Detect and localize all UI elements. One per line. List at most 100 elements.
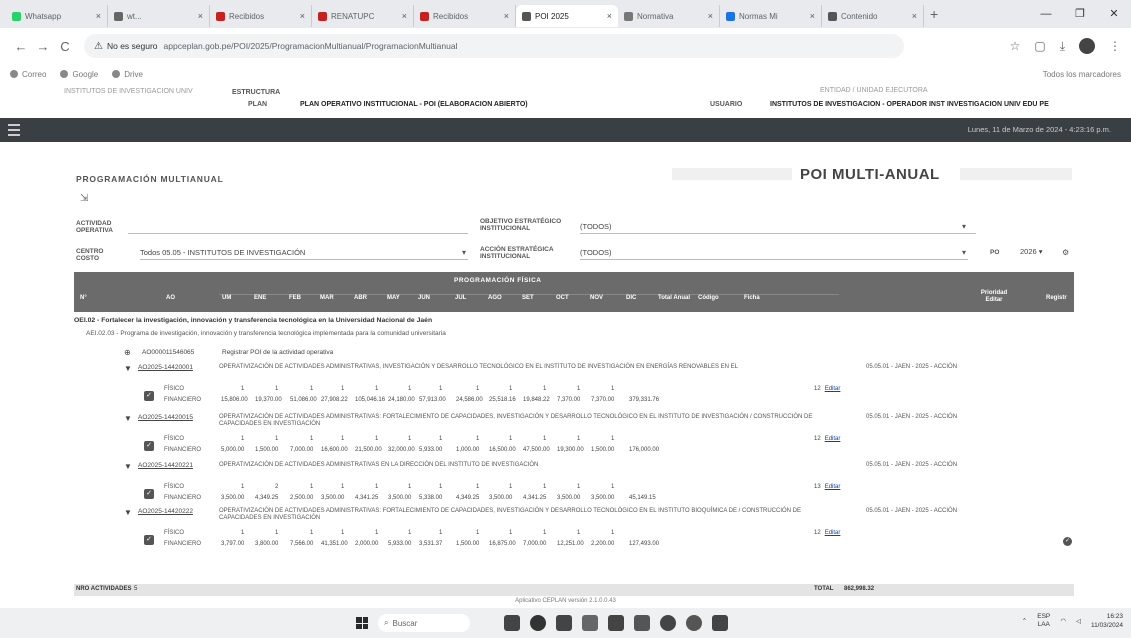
fisico-total-value: 12 [814, 436, 821, 442]
fisico-cell: 1 [310, 436, 314, 442]
year-select[interactable]: 2026 ▾ [1020, 245, 1056, 259]
excel-export-icon[interactable]: ⇲ [80, 193, 88, 204]
tab-7[interactable]: Normas Mi × [720, 5, 822, 27]
filter-icon[interactable]: ▼ [124, 364, 132, 373]
taskbar-app-icon[interactable] [530, 615, 546, 631]
fisico-cell: 1 [577, 386, 581, 392]
edit-link[interactable]: Editar [825, 386, 841, 392]
all-bookmarks-button[interactable]: Todos los marcadores [1043, 70, 1121, 79]
taskbar-app-icon[interactable] [504, 615, 520, 631]
activity-code[interactable]: AO2025-14420221 [138, 462, 193, 469]
fisico-cell: 1 [543, 436, 547, 442]
tab-5[interactable]: POI 2025 × [516, 5, 618, 27]
wifi-icon[interactable]: ◠ [1060, 617, 1066, 625]
clock[interactable]: 16:23 11/03/2024 [1091, 612, 1123, 630]
register-text[interactable]: Registrar POI de la actividad operativa [222, 349, 333, 356]
taskbar-app-icon[interactable] [608, 615, 624, 631]
language-indicator[interactable]: ESP LAA [1037, 613, 1050, 629]
url-bar[interactable]: ⚠ No es seguro appceplan.gob.pe/POI/2025… [84, 34, 904, 58]
financiero-cell: 1,500.00 [591, 447, 615, 453]
taskbar-app-icon[interactable] [712, 615, 728, 631]
centro-select[interactable]: Todos 05.05 - INSTITUTOS DE INVESTIGACIÓ… [140, 246, 468, 260]
add-icon[interactable]: ⊕ [124, 348, 131, 357]
fisico-cell: 1 [509, 386, 513, 392]
activity-row: ▼ AO2025-14420001 OPERATIVIZACIÓN DE ACTIV… [76, 364, 1076, 388]
restore-button[interactable]: ❐ [1063, 0, 1097, 28]
edit-link[interactable]: Editar [825, 530, 841, 536]
new-tab-button[interactable]: + [930, 6, 938, 22]
tab-close-icon[interactable]: × [504, 11, 509, 21]
tab-2[interactable]: Recibidos × [210, 5, 312, 27]
financiero-cell: 5,933.00 [388, 541, 412, 547]
taskbar-app-icon[interactable] [634, 615, 650, 631]
col-header: MAY [387, 295, 400, 301]
volume-icon[interactable]: ◁ [1076, 617, 1081, 625]
tab-close-icon[interactable]: × [607, 11, 612, 21]
tab-4[interactable]: Recibidos × [414, 5, 516, 27]
profile-avatar[interactable] [1079, 38, 1095, 54]
minimize-button[interactable]: — [1029, 0, 1063, 28]
actividad-input[interactable] [128, 220, 468, 234]
tray-chevron-icon[interactable]: ⌃ [1022, 617, 1027, 625]
settings-icon[interactable]: ⚙ [1062, 248, 1069, 257]
reload-button[interactable]: C [54, 39, 76, 54]
edit-link[interactable]: Editar [825, 484, 841, 490]
fisico-cell: 1 [275, 386, 279, 392]
fisico-cell: 1 [509, 436, 513, 442]
checkbox[interactable]: ✓ [144, 489, 154, 499]
taskbar-app-icon[interactable] [556, 615, 572, 631]
filter-icon[interactable]: ▼ [124, 414, 132, 423]
back-button[interactable]: ← [10, 39, 32, 54]
tab-0[interactable]: Whatsapp × [6, 5, 108, 27]
tab-close-icon[interactable]: × [402, 11, 407, 21]
tab-3[interactable]: RENATUPC × [312, 5, 414, 27]
hamburger-menu-icon[interactable] [8, 124, 20, 139]
tab-close-icon[interactable]: × [912, 11, 917, 21]
col-header: N° [80, 295, 87, 301]
checkbox[interactable]: ✓ [144, 391, 154, 401]
activity-code[interactable]: AO2025-14420015 [138, 414, 193, 421]
financiero-cell: 4,341.25 [523, 495, 547, 501]
edit-link[interactable]: Editar [825, 436, 841, 442]
checkbox[interactable]: ✓ [144, 535, 154, 545]
chevron-down-icon[interactable]: ▾ [962, 248, 966, 257]
activity-code[interactable]: AO2025-14420001 [138, 364, 193, 371]
extensions-icon[interactable]: ▢ [1034, 39, 1045, 53]
bookmark-star-icon[interactable]: ☆ [1010, 39, 1021, 53]
fisico-total: 12 Editar [814, 386, 840, 392]
activity-code[interactable]: AO2025-14420222 [138, 508, 193, 515]
filter-icon[interactable]: ▼ [124, 508, 132, 517]
tab-close-icon[interactable]: × [96, 11, 101, 21]
accion-select[interactable]: (TODOS) [580, 246, 968, 260]
tab-close-icon[interactable]: × [300, 11, 305, 21]
taskbar-app-icon[interactable] [582, 615, 598, 631]
close-window-button[interactable]: ✕ [1097, 0, 1131, 28]
bookmark-item[interactable]: Google [60, 70, 98, 79]
tab-close-icon[interactable]: × [198, 11, 203, 21]
bookmark-item[interactable]: Correo [10, 70, 46, 79]
tab-6[interactable]: Normativa × [618, 5, 720, 27]
taskbar-app-icon[interactable] [686, 615, 702, 631]
chrome-icon[interactable] [660, 615, 676, 631]
activity-detail: ✓ FÍSICO FINANCIERO 1 1 1 1 1 1 1 1 1 1 1 1 5,000.00 1,5… [76, 436, 1076, 458]
filter-icon[interactable]: ▼ [124, 462, 132, 471]
menu-icon[interactable]: ⋮ [1109, 39, 1121, 53]
forward-button[interactable]: → [32, 39, 54, 54]
url-text: appceplan.gob.pe/POI/2025/ProgramacionMu… [163, 41, 458, 51]
tab-8[interactable]: Contenido × [822, 5, 924, 27]
fisico-cell: 1 [611, 386, 615, 392]
financiero-cell: 16,875.00 [489, 541, 516, 547]
estructura-label: ESTRUCTURA [232, 89, 281, 96]
chevron-down-icon[interactable]: ▾ [462, 248, 466, 257]
checkbox[interactable]: ✓ [144, 441, 154, 451]
bookmark-item[interactable]: Drive [112, 70, 143, 79]
objetivo-select[interactable]: (TODOS) [580, 220, 976, 234]
chevron-down-icon[interactable]: ▾ [962, 222, 966, 231]
financiero-cell: 24,180.00 [388, 397, 415, 403]
tab-close-icon[interactable]: × [810, 11, 815, 21]
windows-start-icon[interactable] [356, 617, 368, 629]
taskbar-search[interactable]: ⌕ Buscar [378, 614, 470, 632]
download-icon[interactable]: ⤓ [1060, 39, 1065, 54]
tab-close-icon[interactable]: × [708, 11, 713, 21]
tab-1[interactable]: wt... × [108, 5, 210, 27]
